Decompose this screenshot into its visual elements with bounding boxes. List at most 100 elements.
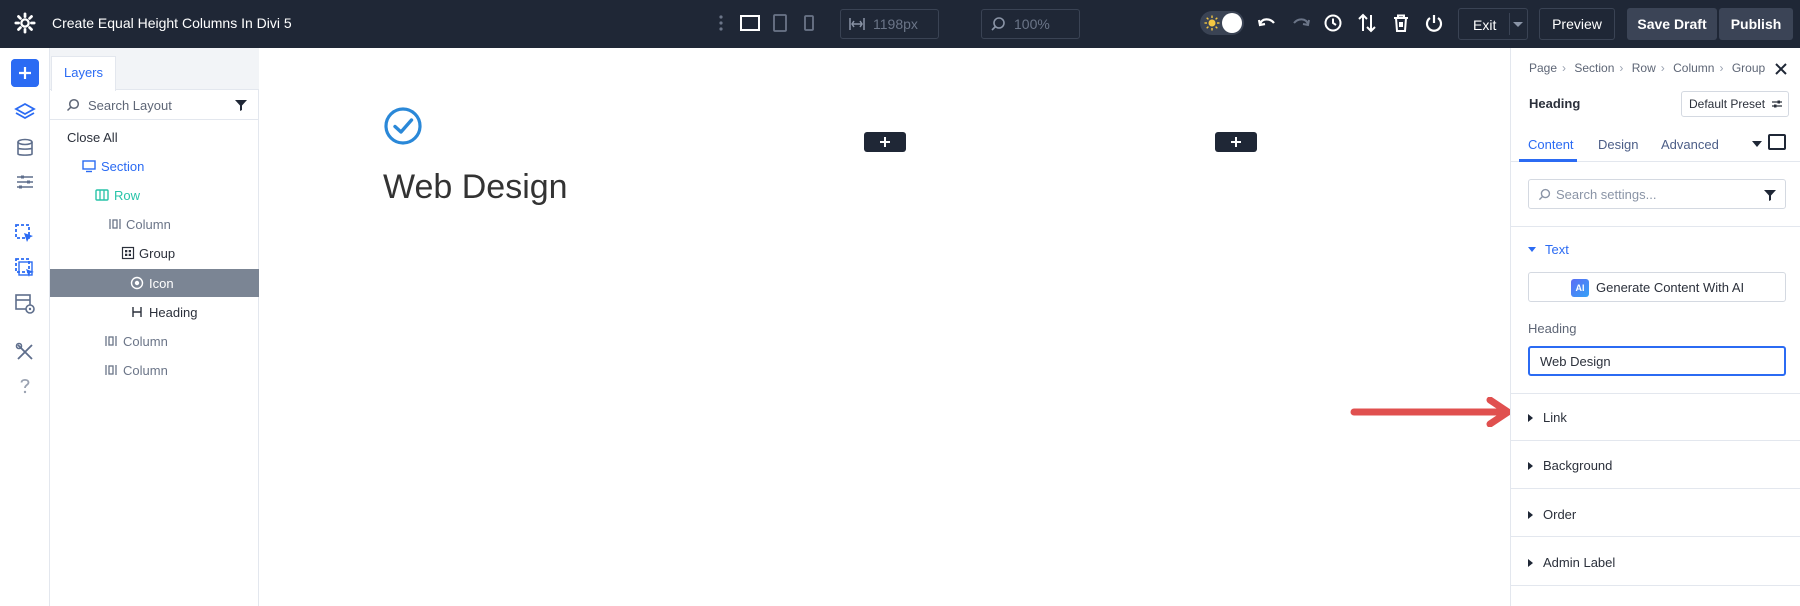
heading-text-input[interactable]: Web Design xyxy=(1528,346,1786,376)
save-draft-button[interactable]: Save Draft xyxy=(1627,8,1717,40)
heading-module[interactable]: Web Design xyxy=(383,168,568,207)
layer-item-column[interactable]: Column xyxy=(50,327,259,355)
arrow-right-icon xyxy=(1350,397,1512,427)
settings-search[interactable]: Search settings... xyxy=(1528,179,1786,209)
layers-icon[interactable] xyxy=(13,100,37,124)
tablet-view-icon[interactable] xyxy=(769,13,791,33)
breadcrumb-column[interactable]: Column xyxy=(1673,61,1714,75)
layers-search-placeholder: Search Layout xyxy=(88,98,172,113)
column-icon xyxy=(105,365,117,375)
trash-icon[interactable] xyxy=(1390,12,1412,34)
group-label: Link xyxy=(1543,410,1567,425)
preset-dropdown[interactable]: Default Preset xyxy=(1681,91,1789,117)
toggle-group-text[interactable]: Text xyxy=(1528,242,1569,257)
layer-item-column[interactable]: Column xyxy=(50,210,259,238)
group-label: Background xyxy=(1543,458,1613,473)
breadcrumb-group[interactable]: Group xyxy=(1732,61,1765,75)
toggle-group-link[interactable]: Link xyxy=(1528,410,1567,425)
layer-item-row[interactable]: Row xyxy=(50,181,259,209)
add-module-button[interactable] xyxy=(1215,132,1257,152)
kebab-menu-icon[interactable] xyxy=(716,12,726,34)
toggle-group-background[interactable]: Background xyxy=(1528,458,1612,473)
close-icon[interactable] xyxy=(1774,62,1788,76)
settings-panel: Page › Section › Row › Column › Group Headin… xyxy=(1510,48,1800,606)
undo-icon[interactable] xyxy=(1256,12,1278,34)
layer-item-label: Icon xyxy=(149,276,174,291)
layer-item-icon[interactable]: Icon xyxy=(50,269,259,297)
preset-settings-icon xyxy=(1772,100,1782,108)
generate-ai-button[interactable]: AI Generate Content With AI xyxy=(1528,272,1786,302)
canvas-width-field[interactable]: 1198px xyxy=(840,9,939,39)
history-icon[interactable] xyxy=(1322,12,1344,34)
preview-button[interactable]: Preview xyxy=(1539,8,1615,40)
search-icon xyxy=(66,98,80,112)
toggle-group-order[interactable]: Order xyxy=(1528,507,1576,522)
divider xyxy=(1511,440,1800,441)
exit-button[interactable]: Exit xyxy=(1458,8,1528,40)
search-icon xyxy=(991,17,1005,31)
row-icon xyxy=(95,189,109,201)
caret-right-icon xyxy=(1528,462,1533,470)
layer-item-heading[interactable]: Heading xyxy=(50,298,259,326)
ai-icon: AI xyxy=(1571,279,1589,297)
publish-button[interactable]: Publish xyxy=(1719,8,1793,40)
layers-panel: Layers Search Layout Close All Section R… xyxy=(50,48,259,606)
light-dark-toggle[interactable] xyxy=(1200,11,1244,35)
breadcrumb-separator: › xyxy=(1619,61,1624,75)
exit-label: Exit xyxy=(1473,17,1497,33)
filter-icon[interactable] xyxy=(1764,189,1776,201)
tab-layers[interactable]: Layers xyxy=(51,56,116,91)
chevron-down-icon[interactable] xyxy=(1513,22,1523,27)
hover-mode-icon[interactable] xyxy=(13,256,37,280)
add-module-button[interactable] xyxy=(864,132,906,152)
layer-item-column[interactable]: Column xyxy=(50,356,259,384)
tab-design[interactable]: Design xyxy=(1598,137,1638,152)
divider xyxy=(1511,585,1800,586)
add-module-icon[interactable] xyxy=(11,59,39,87)
builder-canvas[interactable]: Web Design xyxy=(259,48,1512,606)
settings-tabs: Content Design Advanced xyxy=(1511,126,1800,162)
layer-item-label: Column xyxy=(123,363,168,378)
tools-icon[interactable] xyxy=(13,340,37,364)
column-icon xyxy=(109,219,121,229)
breadcrumb-separator: › xyxy=(1719,61,1724,75)
divider xyxy=(1511,488,1800,489)
preview-layout-icon[interactable] xyxy=(13,292,37,316)
gear-icon[interactable] xyxy=(14,12,36,34)
breadcrumb-page[interactable]: Page xyxy=(1529,61,1557,75)
group-label: Admin Label xyxy=(1543,555,1616,570)
search-icon xyxy=(1538,188,1551,201)
breadcrumb-row[interactable]: Row xyxy=(1632,61,1656,75)
database-icon[interactable] xyxy=(13,136,37,160)
check-circle-icon[interactable] xyxy=(383,106,423,146)
layer-item-label: Column xyxy=(123,334,168,349)
click-mode-icon[interactable] xyxy=(13,222,37,246)
exit-divider xyxy=(1509,13,1510,35)
help-icon[interactable] xyxy=(13,374,37,398)
page-settings-icon[interactable] xyxy=(13,170,37,194)
layer-item-group[interactable]: Group xyxy=(50,239,259,267)
caret-down-icon xyxy=(1528,247,1536,252)
filter-icon[interactable] xyxy=(235,99,247,111)
breadcrumb-section[interactable]: Section xyxy=(1574,61,1614,75)
divider xyxy=(1511,536,1800,537)
tab-content[interactable]: Content xyxy=(1528,137,1574,152)
layers-search[interactable]: Search Layout xyxy=(50,90,259,120)
power-icon[interactable] xyxy=(1423,12,1445,34)
phone-view-icon[interactable] xyxy=(798,13,820,33)
layer-item-label: Row xyxy=(114,188,141,203)
toggle-knob xyxy=(1222,13,1242,33)
zoom-field[interactable]: 100% xyxy=(981,9,1080,39)
close-all-link[interactable]: Close All xyxy=(67,130,118,145)
desktop-view-icon[interactable] xyxy=(739,13,761,33)
caret-right-icon xyxy=(1528,559,1533,567)
heading-icon xyxy=(132,307,142,317)
expand-panel-icon[interactable] xyxy=(1768,134,1786,150)
layer-item-section[interactable]: Section xyxy=(50,152,259,180)
toggle-group-admin-label[interactable]: Admin Label xyxy=(1528,555,1615,570)
portability-icon[interactable] xyxy=(1356,12,1378,34)
redo-icon[interactable] xyxy=(1290,12,1312,34)
left-icon-rail xyxy=(0,48,50,606)
chevron-down-icon[interactable] xyxy=(1752,141,1762,147)
tab-advanced[interactable]: Advanced xyxy=(1661,137,1719,152)
